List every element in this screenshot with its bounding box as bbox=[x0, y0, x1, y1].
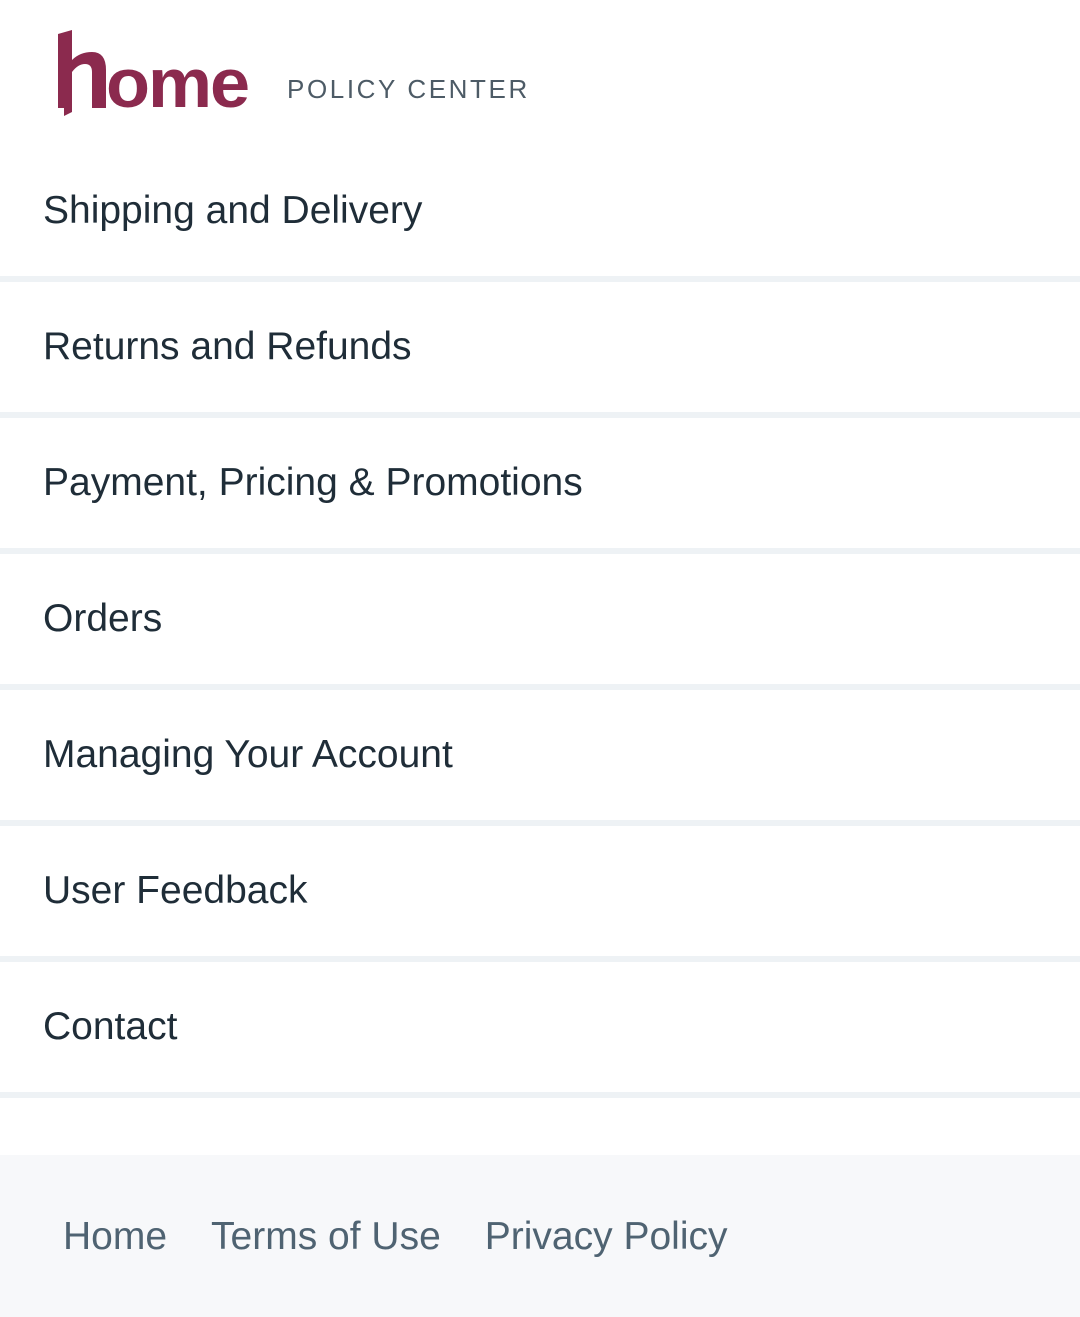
menu-item-label: Managing Your Account bbox=[43, 733, 453, 776]
menu-item-label: Payment, Pricing & Promotions bbox=[43, 461, 583, 504]
home-logo[interactable]: ome bbox=[58, 30, 254, 116]
menu-item-contact[interactable]: Contact bbox=[0, 962, 1080, 1098]
site-header: ome POLICY CENTER bbox=[0, 0, 1080, 146]
menu-item-shipping-and-delivery[interactable]: Shipping and Delivery bbox=[0, 146, 1080, 282]
footer-nav: Home Terms of Use Privacy Policy bbox=[63, 1215, 772, 1259]
menu-item-label: User Feedback bbox=[43, 869, 308, 912]
footer-link-terms-of-use[interactable]: Terms of Use bbox=[211, 1215, 441, 1259]
footer-link-privacy-policy[interactable]: Privacy Policy bbox=[485, 1215, 728, 1259]
menu-item-label: Shipping and Delivery bbox=[43, 189, 423, 232]
svg-text:ome: ome bbox=[106, 44, 248, 116]
menu-item-label: Orders bbox=[43, 597, 163, 640]
menu-item-label: Contact bbox=[43, 1005, 178, 1048]
footer-link-home[interactable]: Home bbox=[63, 1215, 167, 1259]
policy-menu: Shipping and Delivery Returns and Refund… bbox=[0, 146, 1080, 1098]
menu-item-managing-your-account[interactable]: Managing Your Account bbox=[0, 690, 1080, 826]
site-footer: Home Terms of Use Privacy Policy bbox=[0, 1155, 1080, 1317]
menu-item-user-feedback[interactable]: User Feedback bbox=[0, 826, 1080, 962]
menu-item-returns-and-refunds[interactable]: Returns and Refunds bbox=[0, 282, 1080, 418]
menu-item-label: Returns and Refunds bbox=[43, 325, 412, 368]
menu-item-payment-pricing-promotions[interactable]: Payment, Pricing & Promotions bbox=[0, 418, 1080, 554]
policy-center-label: POLICY CENTER bbox=[287, 74, 530, 104]
menu-item-orders[interactable]: Orders bbox=[0, 554, 1080, 690]
